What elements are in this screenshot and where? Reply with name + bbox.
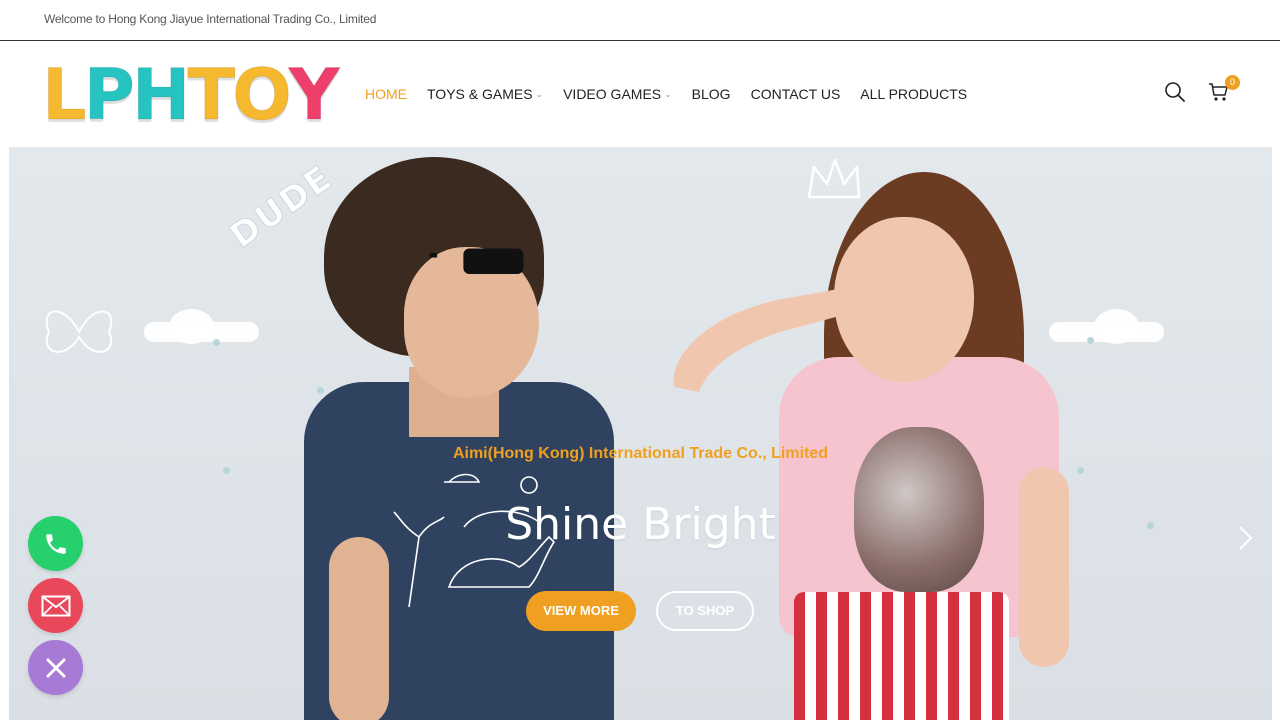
email-contact-button[interactable] [28,578,83,633]
nav-item-label: HOME [365,86,407,102]
logo-letter-t: T [187,54,236,136]
dot-decoration [1087,337,1094,344]
slide-title: Shine Bright [505,499,776,550]
search-icon [1165,82,1185,102]
slider-next-arrow-icon[interactable] [1238,525,1254,551]
logo-letter-l: L [42,54,88,136]
nav-item-all-products[interactable]: ALL PRODUCTS [860,86,967,102]
nav-item-home[interactable]: HOME [365,86,407,102]
site-header: L P H T O Y HOME TOYS & GAMES ⌄ VIDEO GA… [0,41,1280,147]
dude-doodle: DUDE [222,157,341,257]
phone-icon [45,533,66,554]
phone-contact-button[interactable] [28,516,83,571]
sunglasses-icon [429,248,524,274]
girl-arm-illustration [1019,467,1069,667]
slide-subtitle: Aimi(Hong Kong) International Trade Co.,… [452,445,829,462]
header-actions: 0 [1164,75,1240,105]
nav-item-label: ALL PRODUCTS [860,86,968,102]
dot-decoration [1077,467,1084,474]
nav-item-blog[interactable]: BLOG [692,86,731,102]
chevron-down-icon: ⌄ [535,88,544,99]
close-contact-button[interactable] [28,640,83,695]
nav-item-label: BLOG [691,86,731,102]
top-bar: Welcome to Hong Kong Jiayue Internationa… [0,0,1280,41]
mail-icon [41,595,70,616]
girl-raised-arm-illustration [673,287,854,392]
dot-decoration [223,467,230,474]
main-nav: HOME TOYS & GAMES ⌄ VIDEO GAMES ⌄ BLOG C… [365,86,987,102]
to-shop-button[interactable]: TO SHOP [656,591,754,631]
dot-decoration [317,387,324,394]
crown-doodle [807,158,861,199]
logo-letter-h: H [131,54,191,136]
cloud-decoration [1094,309,1139,344]
nav-item-label: VIDEO GAMES [563,86,662,102]
dot-decoration [213,339,220,346]
nav-item-video-games[interactable]: VIDEO GAMES ⌄ [563,86,672,102]
nav-item-toys-games[interactable]: TOYS & GAMES ⌄ [427,86,543,102]
logo-letter-p: P [83,54,135,136]
nav-item-label: CONTACT US [750,86,841,102]
chevron-down-icon: ⌄ [664,88,672,99]
boy-arm-illustration [329,537,389,720]
nav-item-contact-us[interactable]: CONTACT US [751,86,841,102]
striped-shorts-illustration [794,592,1009,720]
hero-slider: DUDE Aimi(Hong Kong) International Trade… [9,147,1272,720]
cart-button[interactable]: 0 [1208,75,1240,105]
view-more-button[interactable]: VIEW MORE [526,591,636,631]
site-logo[interactable]: L P H T O Y [42,53,340,136]
cloud-decoration [169,309,214,344]
cart-count-badge: 0 [1225,75,1240,90]
welcome-message: Welcome to Hong Kong Jiayue Internationa… [44,12,377,26]
nav-item-label: TOYS & GAMES [427,86,533,102]
butterfly-doodle [45,310,113,353]
logo-letter-o: O [232,54,292,136]
close-icon [46,658,65,677]
logo-letter-y: Y [288,54,340,136]
search-button[interactable] [1164,81,1188,105]
